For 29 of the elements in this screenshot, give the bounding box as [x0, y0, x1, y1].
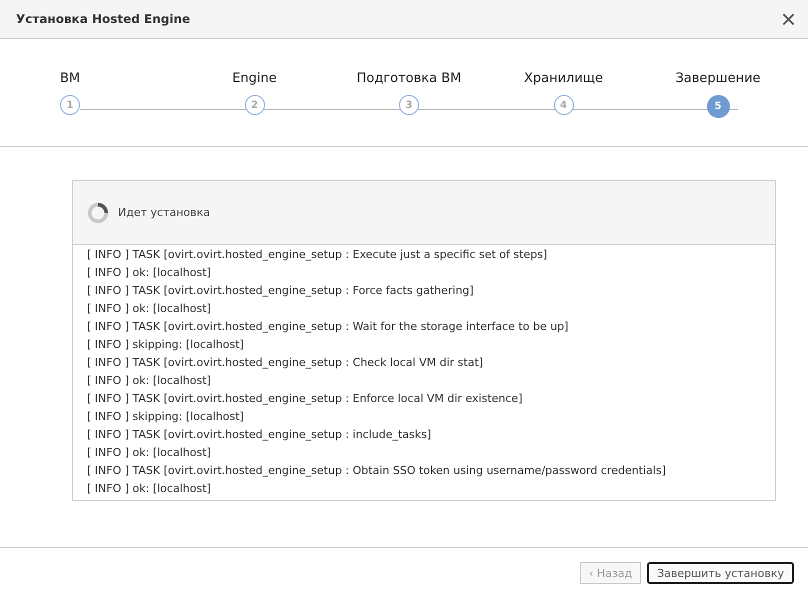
step-label: ВМ — [60, 71, 80, 86]
log-line: [ INFO ] skipping: [localhost] — [87, 409, 245, 425]
log-line: [ INFO ] ok: [localhost] — [87, 481, 212, 497]
spinner-icon — [87, 202, 109, 224]
step-label: Engine — [232, 71, 277, 86]
step-label: Завершение — [675, 71, 761, 86]
log-line: [ INFO ] TASK [ovirt.ovirt.hosted_engine_setup : Wait for the storage interface to be up] — [87, 319, 570, 335]
log-line: [ INFO ] TASK [ovirt.ovirt.hosted_engine_setup : Execute just a specific set of steps] — [87, 247, 548, 263]
window-title: Установка Hosted Engine — [16, 12, 190, 26]
step-number[interactable]: 5 — [706, 95, 730, 118]
log-line: [ INFO ] TASK [ovirt.ovirt.hosted_engine_setup : Check local VM dir stat] — [87, 355, 484, 371]
step-label: Подготовка ВМ — [356, 71, 462, 86]
step-number[interactable]: 2 — [244, 95, 264, 115]
log-line: [ INFO ] ok: [localhost] — [87, 373, 212, 389]
step-label: Хранилище — [524, 71, 604, 86]
log-line: [ INFO ] ok: [localhost] — [87, 301, 212, 317]
step-number[interactable]: 3 — [399, 95, 419, 115]
log-line: [ INFO ] TASK [ovirt.ovirt.hosted_engine_setup : include_tasks] — [87, 427, 432, 443]
step-number[interactable]: 4 — [554, 95, 574, 115]
status-text: Идет установка — [118, 206, 210, 219]
log-line: [ INFO ] TASK [ovirt.ovirt.hosted_engine_setup : Force facts gathering] — [87, 283, 475, 299]
log-line: [ INFO ] skipping: [localhost] — [87, 337, 245, 353]
close-button[interactable]: × — [780, 8, 796, 30]
log-line: [ INFO ] ok: [localhost] — [87, 265, 212, 281]
finish-button[interactable]: Завершить установку — [647, 562, 794, 584]
log-line: [ INFO ] ok: [localhost] — [87, 445, 212, 461]
log-line: [ INFO ] TASK [ovirt.ovirt.hosted_engine_setup : Obtain SSO token using username/password credentials] — [87, 463, 667, 479]
log-line: [ INFO ] TASK [ovirt.ovirt.hosted_engine_setup : Enforce local VM dir existence] — [87, 391, 524, 407]
step-number[interactable]: 1 — [60, 95, 80, 115]
